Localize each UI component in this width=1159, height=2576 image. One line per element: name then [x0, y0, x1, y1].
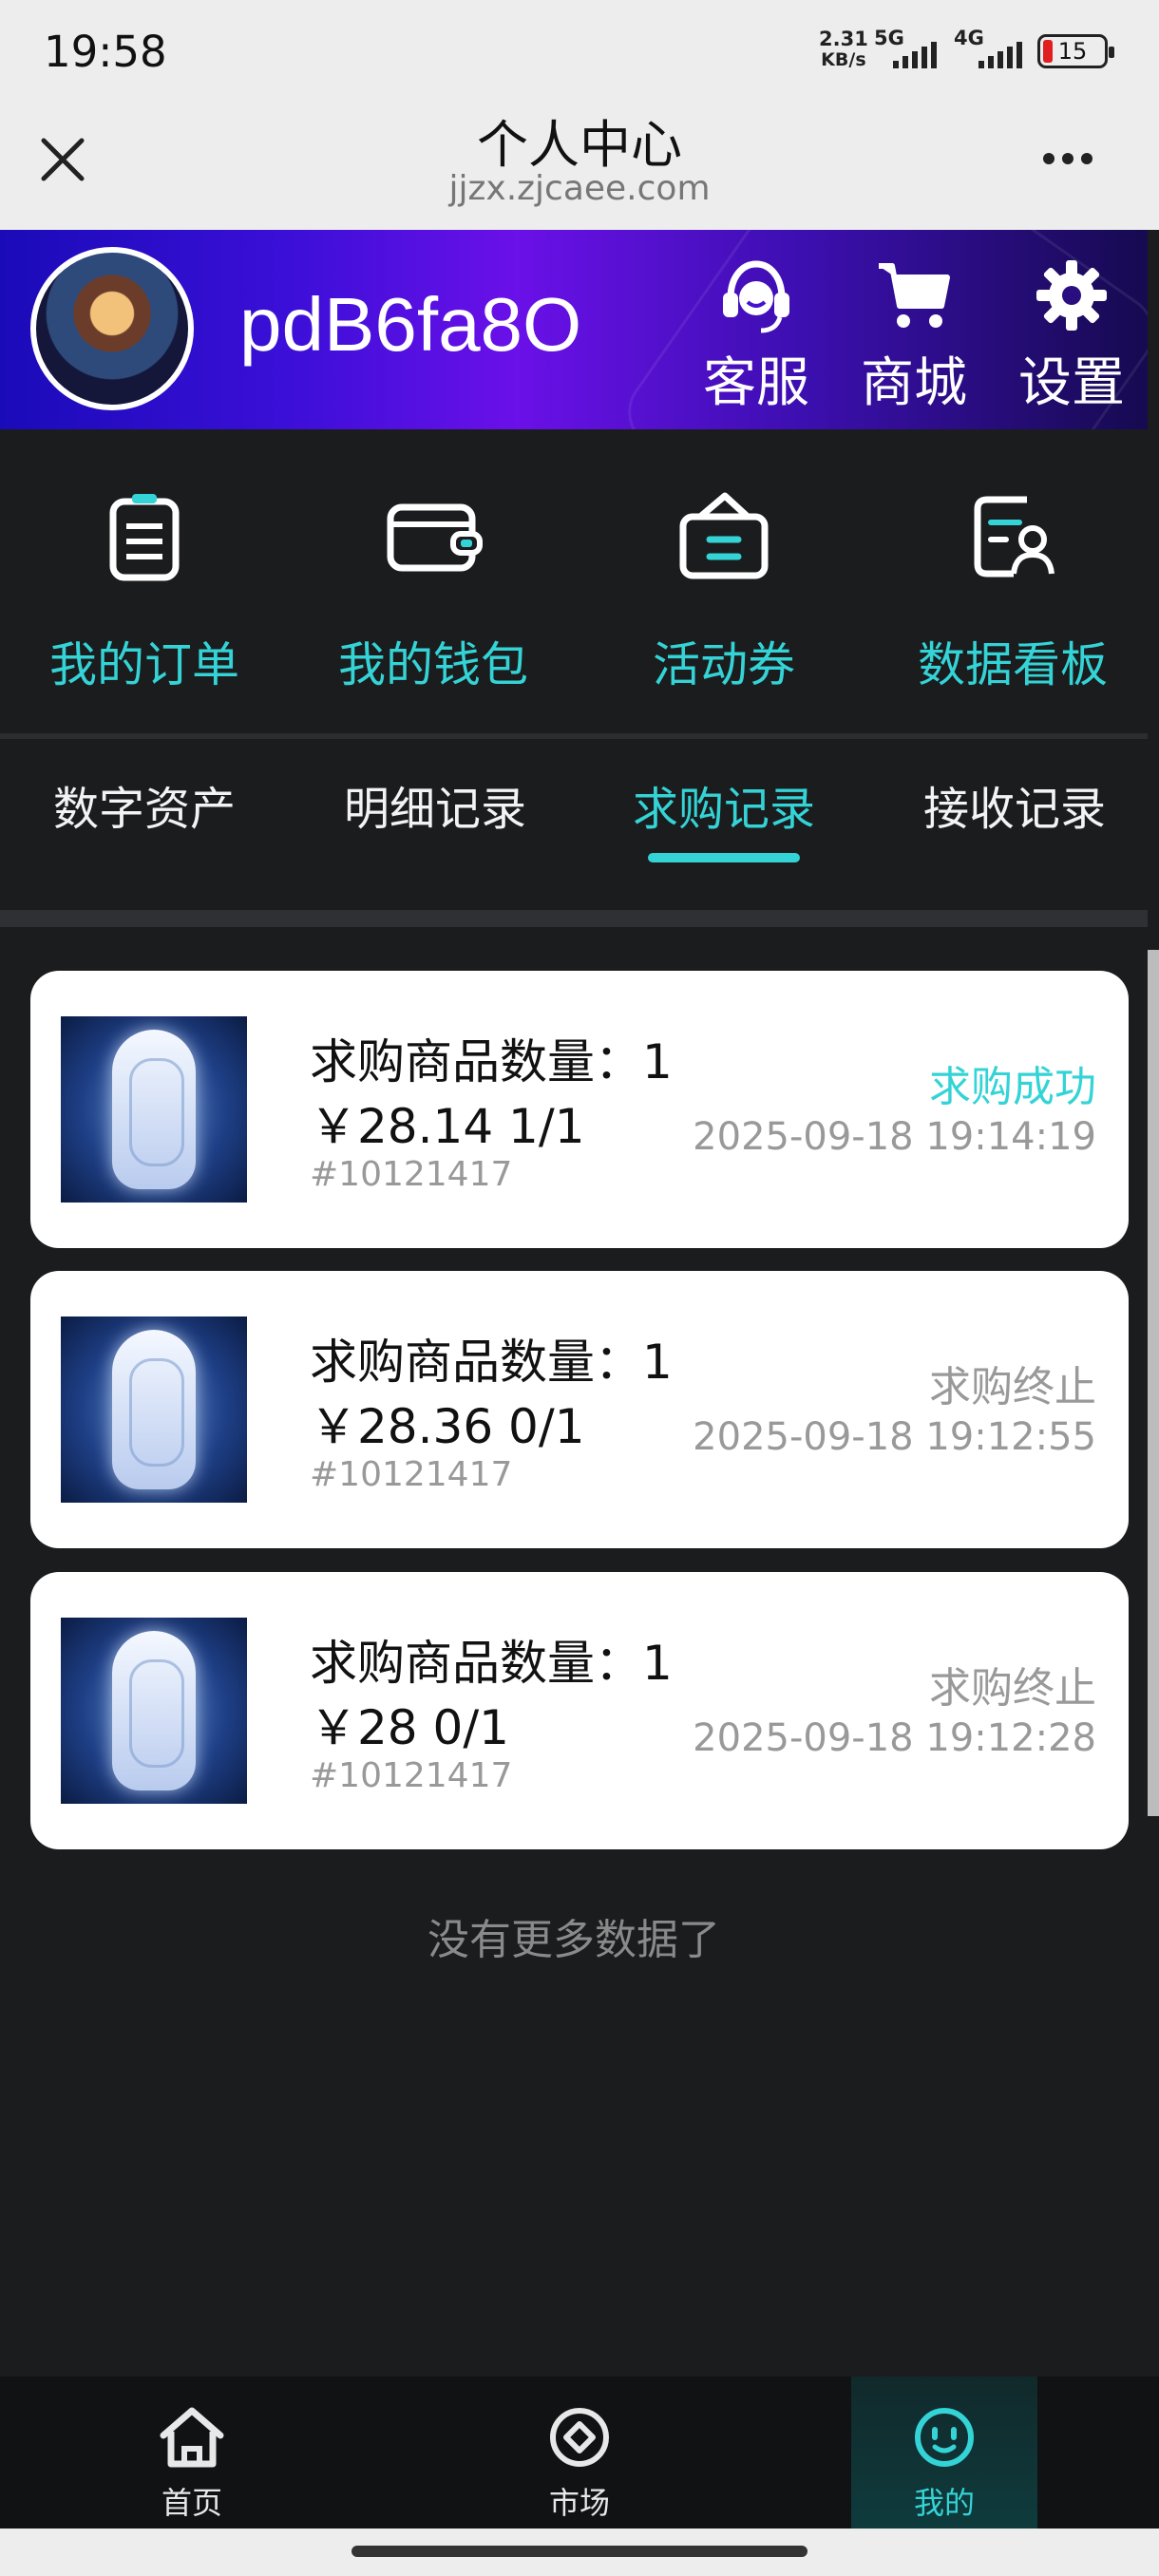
item-thumbnail [61, 1316, 247, 1503]
tab-detail-records[interactable]: 明细记录 [293, 771, 578, 838]
my-orders-button[interactable]: 我的订单 [11, 484, 277, 695]
record-tabs: 数字资产 明细记录 求购记录 接收记录 [0, 739, 1148, 910]
purchase-record-card[interactable]: 求购商品数量：1 ￥28 0/1 #10121417 求购终止 2025-09-… [30, 1572, 1129, 1849]
page-title: 个人中心 [477, 115, 682, 175]
settings-label: 设置 [1018, 352, 1125, 414]
scrollbar[interactable] [1148, 950, 1159, 1816]
active-tab-indicator [648, 853, 800, 862]
my-wallet-button[interactable]: 我的钱包 [300, 484, 566, 695]
username: pdB6fa8O [239, 282, 582, 367]
nav-market[interactable]: 市场 [466, 2377, 694, 2529]
no-more-data-text: 没有更多数据了 [428, 1916, 720, 1964]
nav-home-label: 首页 [161, 2485, 222, 2521]
item-thumbnail [61, 1618, 247, 1804]
record-date: 2025-09-18 19:12:55 [693, 1415, 1096, 1459]
battery-level: 15 [1057, 38, 1088, 65]
my-orders-label: 我的订单 [49, 637, 239, 692]
record-price: ￥28.14 1/1 [310, 1099, 585, 1154]
avatar[interactable] [30, 247, 194, 410]
nav-market-label: 市场 [548, 2485, 610, 2521]
more-menu-icon[interactable] [1043, 150, 1104, 169]
battery-icon: 15 [1037, 34, 1114, 68]
data-dashboard-label: 数据看板 [918, 637, 1108, 692]
purchase-record-card[interactable]: 求购商品数量：1 ￥28.36 0/1 #10121417 求购终止 2025-… [30, 1271, 1129, 1548]
nav-mine[interactable]: 我的 [851, 2377, 1037, 2529]
mall-button[interactable]: 商城 [857, 253, 971, 417]
nav-mine-label: 我的 [913, 2485, 975, 2521]
record-date: 2025-09-18 19:12:28 [693, 1716, 1096, 1760]
profile-header: pdB6fa8O 客服 商城 设置 [0, 230, 1148, 429]
home-indicator[interactable] [352, 2546, 808, 2557]
record-id: #10121417 [310, 1155, 513, 1194]
record-quantity: 求购商品数量：1 [310, 1636, 673, 1691]
record-status: 求购终止 [929, 1363, 1096, 1411]
customer-service-button[interactable]: 客服 [699, 253, 813, 417]
wallet-icon [387, 503, 483, 572]
browser-title-bar: 个人中心 jjzx.zjcaee.com [0, 99, 1159, 230]
tab-purchase-requests[interactable]: 求购记录 [581, 771, 866, 838]
bottom-nav: 首页 市场 我的 [0, 2377, 1159, 2529]
headset-icon [723, 260, 789, 333]
record-id: #10121417 [310, 1455, 513, 1494]
record-price: ￥28.36 0/1 [310, 1399, 585, 1454]
item-thumbnail [61, 1016, 247, 1203]
coupon-icon [679, 492, 769, 579]
gesture-bar [0, 2529, 1159, 2576]
net-speed-unit: KB/s [821, 49, 866, 70]
signal-4g-icon [978, 42, 1022, 68]
tab-digital-assets[interactable]: 数字资产 [2, 771, 287, 838]
net-speed-value: 2.31 [819, 28, 868, 50]
customer-service-label: 客服 [703, 352, 809, 414]
data-dashboard-button[interactable]: 数据看板 [880, 484, 1146, 695]
record-quantity: 求购商品数量：1 [310, 1034, 673, 1089]
settings-button[interactable]: 设置 [1015, 253, 1129, 417]
record-id: #10121417 [310, 1756, 513, 1795]
profile-face-icon [915, 2408, 974, 2467]
record-status: 求购成功 [929, 1063, 1096, 1111]
my-wallet-label: 我的钱包 [338, 637, 528, 692]
order-list-icon [109, 494, 180, 581]
record-quantity: 求购商品数量：1 [310, 1335, 673, 1390]
purchase-record-card[interactable]: 求购商品数量：1 ￥28.14 1/1 #10121417 求购成功 2025-… [30, 971, 1129, 1248]
net-speed: 2.31 KB/s [819, 28, 868, 70]
market-icon [550, 2408, 609, 2467]
signal-5g-icon [893, 42, 937, 68]
record-date: 2025-09-18 19:14:19 [693, 1115, 1096, 1159]
dashboard-icon [974, 496, 1054, 578]
nav-home[interactable]: 首页 [78, 2377, 306, 2529]
record-price: ￥28 0/1 [310, 1700, 509, 1755]
tab-received-records[interactable]: 接收记录 [872, 771, 1157, 838]
quick-actions: 我的订单 我的钱包 活动券 数据看板 [0, 429, 1148, 733]
status-bar: 19:58 2.31 KB/s 5G 4G 15 [0, 0, 1159, 99]
gear-icon [1036, 260, 1107, 331]
coupons-button[interactable]: 活动券 [591, 484, 857, 695]
record-status: 求购终止 [929, 1664, 1096, 1713]
home-icon [160, 2407, 224, 2468]
cart-icon [879, 263, 950, 328]
status-time: 19:58 [44, 27, 167, 77]
divider [0, 910, 1148, 927]
coupons-label: 活动券 [653, 637, 795, 692]
mall-label: 商城 [861, 352, 967, 414]
page-url: jjzx.zjcaee.com [448, 169, 711, 208]
